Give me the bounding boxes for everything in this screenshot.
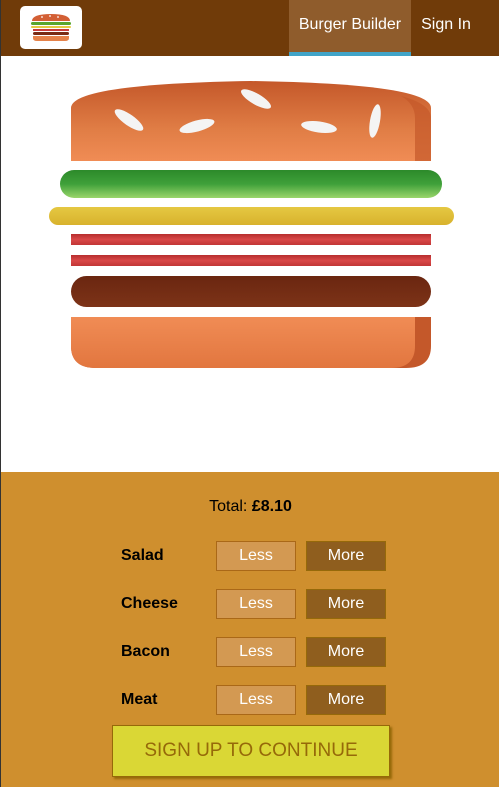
- salad-more-button[interactable]: More: [306, 541, 386, 571]
- bacon-less-button[interactable]: Less: [216, 637, 296, 667]
- cheese-layer: [49, 207, 454, 225]
- control-row-salad: Salad Less More: [121, 541, 391, 571]
- burger-preview: [1, 56, 499, 472]
- salad-less-button[interactable]: Less: [216, 541, 296, 571]
- control-label: Meat: [121, 691, 158, 708]
- build-controls: Total: £8.10 Salad Less More Cheese Less…: [1, 472, 499, 787]
- cheese-less-button[interactable]: Less: [216, 589, 296, 619]
- sign-up-to-continue-button[interactable]: SIGN UP TO CONTINUE: [112, 725, 390, 777]
- control-label: Bacon: [121, 643, 170, 660]
- app-page: Burger Builder Sign In Total: £8.10 Sala…: [0, 0, 499, 787]
- bread-bottom-layer: [71, 317, 431, 368]
- nav-item-burger-builder[interactable]: Burger Builder: [289, 0, 411, 56]
- total-price: Total: £8.10: [1, 498, 499, 516]
- logo[interactable]: [20, 6, 82, 49]
- cheese-more-button[interactable]: More: [306, 589, 386, 619]
- control-row-meat: Meat Less More: [121, 685, 391, 715]
- control-row-cheese: Cheese Less More: [121, 589, 391, 619]
- total-value: £8.10: [251, 498, 292, 515]
- bacon-more-button[interactable]: More: [306, 637, 386, 667]
- control-label: Salad: [121, 547, 164, 564]
- bread-top-layer: [71, 81, 431, 161]
- bacon-layer: [71, 234, 431, 245]
- salad-layer: [60, 170, 442, 198]
- bacon-layer: [71, 255, 431, 266]
- nav-item-sign-in[interactable]: Sign In: [411, 0, 481, 56]
- meat-layer: [71, 276, 431, 307]
- control-label: Cheese: [121, 595, 178, 612]
- total-label: Total:: [209, 498, 248, 515]
- toolbar: Burger Builder Sign In: [1, 0, 499, 56]
- control-row-bacon: Bacon Less More: [121, 637, 391, 667]
- meat-more-button[interactable]: More: [306, 685, 386, 715]
- meat-less-button[interactable]: Less: [216, 685, 296, 715]
- burger-logo-icon: [31, 14, 71, 41]
